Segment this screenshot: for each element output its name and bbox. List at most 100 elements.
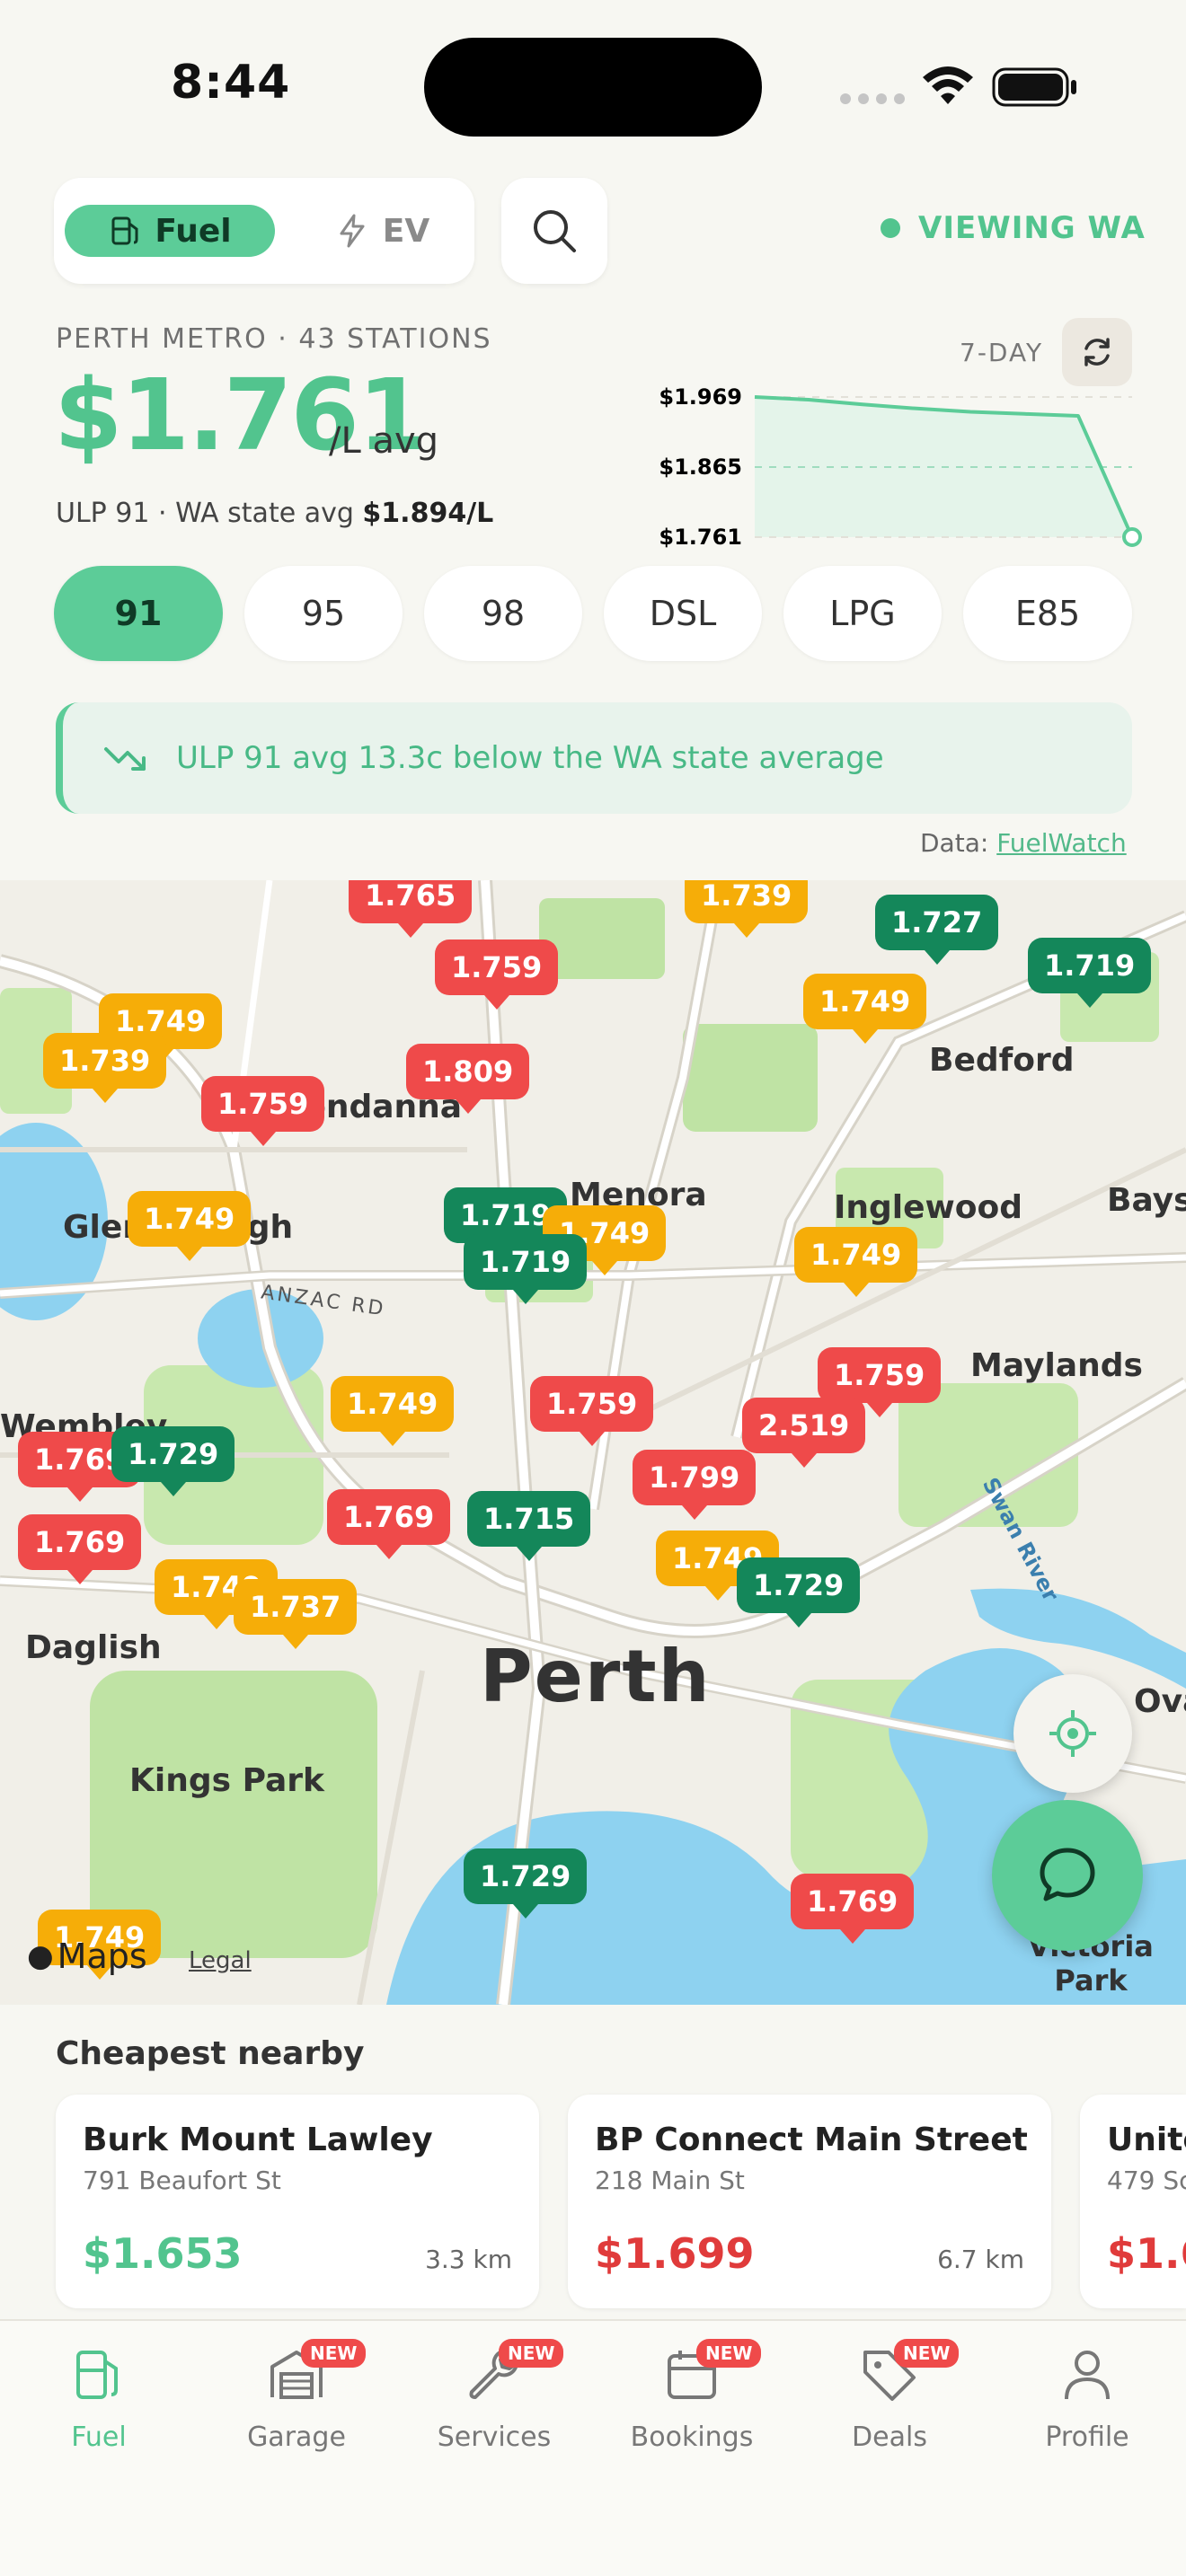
price-pin[interactable]: 1.749 bbox=[794, 1227, 918, 1297]
fuel-type-91[interactable]: 91 bbox=[54, 566, 223, 661]
tab-garage[interactable]: NEW Garage bbox=[207, 2339, 386, 2453]
price-pin[interactable]: 1.729 bbox=[111, 1426, 235, 1496]
price-pin[interactable]: 1.759 bbox=[201, 1076, 325, 1146]
trending-down-icon bbox=[104, 747, 146, 771]
place-label: Bedford bbox=[929, 1042, 1075, 1079]
fuel-pump-icon bbox=[111, 216, 138, 245]
live-dot-icon bbox=[881, 218, 900, 238]
tab-label: Bookings bbox=[630, 2422, 754, 2453]
refresh-button[interactable] bbox=[1062, 318, 1132, 386]
new-badge: NEW bbox=[301, 2339, 367, 2368]
data-source: Data: FuelWatch bbox=[920, 828, 1127, 858]
price-pin[interactable]: 1.749 bbox=[331, 1376, 455, 1446]
chat-bubble-icon bbox=[1040, 1848, 1095, 1901]
price-pin[interactable]: 1.799 bbox=[633, 1450, 757, 1520]
price-pin[interactable]: 1.749 bbox=[803, 974, 927, 1044]
price-trend-chart: $1.969 $1.865 $1.761 bbox=[659, 384, 1142, 550]
place-label: Daglish bbox=[25, 1629, 162, 1666]
new-badge: NEW bbox=[696, 2339, 762, 2368]
price-pin[interactable]: 1.769 bbox=[18, 1514, 142, 1584]
station-distance: 3.3 km bbox=[425, 2245, 512, 2274]
lightning-icon bbox=[340, 214, 365, 248]
search-button[interactable] bbox=[501, 178, 607, 284]
nearby-title: Cheapest nearby bbox=[56, 2035, 365, 2072]
tab-profile[interactable]: Profile bbox=[997, 2339, 1177, 2453]
tab-bookings[interactable]: NEW Bookings bbox=[602, 2339, 782, 2453]
price-pin[interactable]: 1.739 bbox=[685, 880, 809, 938]
banner-text: ULP 91 avg 13.3c below the WA state aver… bbox=[176, 740, 884, 776]
price-pin[interactable]: 1.765 bbox=[349, 880, 473, 938]
price-unit: /L avg bbox=[329, 420, 439, 462]
price-pin[interactable]: 1.759 bbox=[530, 1376, 654, 1446]
station-price: $1.699 bbox=[595, 2229, 755, 2278]
region-indicator[interactable]: VIEWING WA bbox=[881, 210, 1146, 246]
place-label: Inglewood bbox=[834, 1189, 1023, 1226]
price-pin[interactable]: 1.737 bbox=[234, 1579, 358, 1649]
price-pin[interactable]: 2.519 bbox=[742, 1398, 866, 1468]
price-pin[interactable]: 1.729 bbox=[464, 1848, 588, 1919]
signal-dots-icon bbox=[840, 93, 905, 104]
range-label: 7-DAY bbox=[960, 338, 1044, 367]
place-label: Kings Park bbox=[129, 1762, 325, 1799]
tab-fuel[interactable]: Fuel bbox=[9, 2339, 189, 2453]
dynamic-island bbox=[424, 38, 762, 137]
fuel-type-lpg[interactable]: LPG bbox=[783, 566, 942, 661]
battery-icon bbox=[992, 67, 1076, 107]
station-name: Burk Mount Lawley bbox=[83, 2122, 433, 2158]
search-icon bbox=[534, 210, 576, 252]
station-address: 218 Main St bbox=[595, 2166, 745, 2195]
price-pin[interactable]: 1.809 bbox=[406, 1044, 530, 1114]
place-label: Bays bbox=[1107, 1182, 1186, 1219]
station-price: $1.6 bbox=[1107, 2229, 1186, 2278]
tab-label: Garage bbox=[247, 2422, 346, 2453]
fuel-segment[interactable]: Fuel bbox=[65, 205, 275, 257]
maps-attribution-label: Maps bbox=[57, 1936, 147, 1976]
station-address: 791 Beaufort St bbox=[83, 2166, 281, 2195]
tab-label: Profile bbox=[1045, 2422, 1129, 2453]
station-price: $1.653 bbox=[83, 2229, 243, 2278]
fuelwatch-link[interactable]: FuelWatch bbox=[996, 828, 1127, 858]
fuel-type-dsl[interactable]: DSL bbox=[604, 566, 762, 661]
fuel-type-95[interactable]: 95 bbox=[244, 566, 403, 661]
chat-button[interactable] bbox=[992, 1800, 1143, 1951]
place-label: Maylands bbox=[970, 1347, 1143, 1384]
station-name: BP Connect Main Street bbox=[595, 2122, 1028, 2158]
chart-tick-label: $1.969 bbox=[659, 384, 742, 410]
place-label: Oval bbox=[1134, 1683, 1186, 1720]
price-pin[interactable]: 1.715 bbox=[467, 1491, 591, 1561]
chart-tick-label: $1.865 bbox=[659, 454, 742, 480]
state-average-label: ULP 91 · WA state avg bbox=[56, 498, 363, 529]
region-indicator-label: VIEWING WA bbox=[918, 210, 1146, 246]
price-pin[interactable]: 1.739 bbox=[43, 1033, 167, 1103]
price-pin[interactable]: 1.769 bbox=[327, 1489, 451, 1559]
fuel-type-98[interactable]: 98 bbox=[424, 566, 582, 661]
maps-attribution: ● Maps bbox=[27, 1936, 147, 1976]
ev-segment[interactable]: EV bbox=[314, 205, 449, 257]
station-card[interactable]: United 479 Sc $1.6 bbox=[1080, 2095, 1186, 2308]
locate-me-button[interactable] bbox=[1013, 1674, 1132, 1793]
wifi-icon bbox=[923, 66, 973, 104]
price-pin[interactable]: 1.729 bbox=[737, 1557, 861, 1628]
person-icon bbox=[1065, 2351, 1110, 2400]
station-card[interactable]: Burk Mount Lawley 791 Beaufort St $1.653… bbox=[56, 2095, 539, 2308]
tab-label: Fuel bbox=[71, 2422, 127, 2453]
price-pin[interactable]: 1.727 bbox=[875, 895, 999, 965]
fuel-type-e85[interactable]: E85 bbox=[963, 566, 1132, 661]
tab-deals[interactable]: NEW Deals bbox=[800, 2339, 979, 2453]
tab-services[interactable]: NEW Services bbox=[404, 2339, 584, 2453]
tab-label: Services bbox=[437, 2422, 552, 2453]
legal-link[interactable]: Legal bbox=[189, 1947, 252, 1974]
price-pin[interactable]: 1.719 bbox=[1028, 938, 1152, 1008]
station-address: 479 Sc bbox=[1107, 2166, 1186, 2195]
fuel-segment-label: Fuel bbox=[155, 212, 232, 250]
price-pin[interactable]: 1.749 bbox=[128, 1191, 252, 1261]
price-pin[interactable]: 1.769 bbox=[791, 1874, 915, 1944]
price-pin[interactable]: 1.759 bbox=[435, 940, 559, 1010]
station-card[interactable]: BP Connect Main Street 218 Main St $1.69… bbox=[568, 2095, 1051, 2308]
status-time: 8:44 bbox=[171, 56, 291, 110]
price-pin[interactable]: 1.719 bbox=[464, 1234, 588, 1304]
refresh-icon bbox=[1084, 338, 1110, 366]
data-source-label: Data: bbox=[920, 828, 997, 858]
price-pin[interactable]: 1.759 bbox=[818, 1347, 942, 1417]
new-badge: NEW bbox=[894, 2339, 960, 2368]
